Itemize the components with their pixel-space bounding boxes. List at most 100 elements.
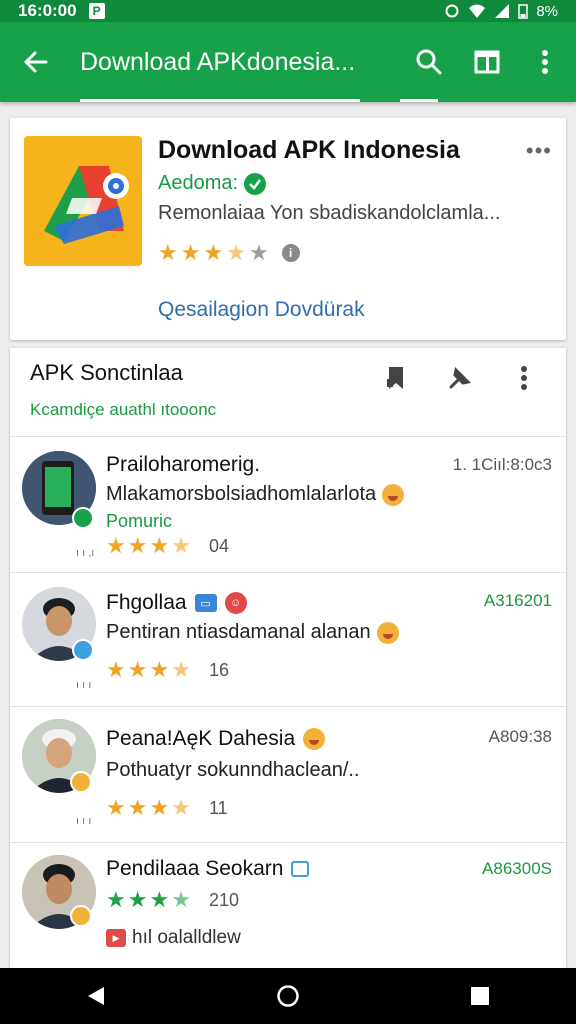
app-card[interactable]: Download APK Indonesia ••• Aedoma: Remon… [10,118,566,340]
card-more-button[interactable]: ••• [526,138,552,164]
arrow-left-icon [24,51,48,73]
section-actions [364,354,556,402]
item-footer-text: hıl oalalldlew [132,927,241,948]
star-icon: ★ [127,795,148,820]
nav-recents-button[interactable] [440,968,520,1024]
nav-back-button[interactable] [56,968,136,1024]
window-button[interactable] [458,22,516,102]
item-title: Peana!AęK Dahesia [106,727,296,750]
item-footer: ▶ hıl oalalldlew [106,927,241,949]
video-badge-icon: ▶ [106,929,126,947]
item-meta: A86300S [482,859,552,878]
star-icon: ★ [106,533,126,558]
item-description: Mlakamorsbolsiadhomlalarlota [106,483,405,506]
item-title-row: Pendilaaa Seokarn [106,857,310,881]
star-icon: ★ [106,887,126,912]
list-item[interactable]: ı ı ı Peana!AęK Dahesia A809:38 Pothuaty… [10,706,566,842]
pin-icon [449,366,472,389]
triangle-back-icon [88,987,104,1005]
navigation-bar [0,968,576,1024]
notification-icon: P [88,3,105,19]
star-icon: ★ [149,887,170,912]
item-tag[interactable]: Pomuric [106,511,172,532]
item-description: Pentiran ntiasdamanal alanan [106,621,399,644]
info-icon[interactable]: i [281,244,300,262]
star-half-icon: ★ [171,533,191,558]
row-tiny-label: ı ı ı [76,815,92,827]
more-vert-icon [521,366,527,390]
bookmark-button[interactable] [364,354,428,402]
item-title-row: Peana!AęK Dahesia [106,727,326,751]
search-button[interactable] [400,22,458,102]
item-description-text: Pothuatyr sokunndhaclean/.. [106,759,360,781]
item-title-row: Fhgollaa ▭ ☺ [106,591,247,615]
chat-badge-icon: ▭ [194,594,217,612]
square-recents-icon [471,987,489,1005]
window-icon [474,50,500,74]
star-icon: ★ [149,795,170,820]
section-subtitle[interactable]: Kcamdiçe auathl ıtooonc [30,400,216,420]
item-description-text: Mlakamorsbolsiadhomlalarlota [106,483,377,505]
emoji-badge-icon: ☺ [224,592,247,614]
emoji-icon [303,728,326,750]
item-rating: ★ ★ ★ ★ 210 [106,889,239,911]
star-icon: ★ [127,887,148,912]
star-icon: ★ [106,657,126,682]
section-more-button[interactable] [492,354,556,402]
star-empty-icon: ★ [248,240,269,265]
developer-name[interactable]: Aedoma: [158,172,267,195]
star-half-icon: ★ [171,887,191,912]
wifi-icon [469,4,486,18]
emoji-icon [382,483,405,506]
list-item[interactable]: ı ı ,ı Prailoharomerig. 1. 1Ciıl:8:0c3 M… [10,436,566,572]
status-badge-icon [72,639,94,661]
item-rating-count: 04 [208,535,229,556]
item-rating: ★ ★ ★ ★ 11 [106,797,228,819]
bookmark-icon [387,367,403,389]
star-half-icon: ★ [226,240,246,265]
item-rating: ★ ★ ★ ★ 16 [106,659,229,681]
more-vert-icon [542,50,548,74]
app-bar: Download APKdonesia... [0,22,576,102]
item-title: Pendilaaa Seokarn [106,857,284,880]
play-badge-icon [72,507,94,529]
title-underline [80,99,360,102]
status-bar: 16:0:00 P 8% [0,0,576,22]
download-link[interactable]: Qesailagion Dovdürak [158,298,365,322]
star-icon: ★ [180,240,201,265]
star-half-icon: ★ [171,657,191,682]
row-tiny-label: ı ı ,ı [76,547,95,559]
star-icon: ★ [127,533,148,558]
back-button[interactable] [0,22,72,102]
search-icon [416,49,442,75]
item-meta: A809:38 [488,727,552,746]
battery-icon [518,4,529,19]
battery-level: 8% [536,2,558,20]
app-bar-title: Download APKdonesia... [80,47,356,76]
star-half-icon: ★ [171,795,191,820]
star-icon: ★ [127,657,148,682]
search-underline [400,99,438,102]
star-icon: ★ [149,657,170,682]
circle-home-icon [277,985,299,1007]
item-rating: ★ ★ ★ ★ 04 [106,535,229,557]
nav-home-button[interactable] [248,968,328,1024]
bag-badge-icon [291,861,310,877]
more-options-button[interactable] [516,22,574,102]
app-name: Download APK Indonesia [158,136,460,164]
developer-label: Aedoma: [158,172,239,194]
item-rating-count: 16 [208,659,229,680]
emoji-badge-icon [70,905,92,927]
list-item[interactable]: Pendilaaa Seokarn A86300S ★ ★ ★ ★ 210 ▶ … [10,842,566,968]
item-title: Prailoharomerig. [106,453,261,476]
status-time: 16:0:00 [18,1,77,20]
pin-button[interactable] [428,354,492,402]
list-item[interactable]: ı ı ı Fhgollaa ▭ ☺ A316201 Pentiran ntia… [10,572,566,706]
item-description: Pothuatyr sokunndhaclean/.. [106,759,360,782]
item-title: Fhgollaa [106,591,187,614]
status-icons: 8% [444,3,558,20]
star-icon: ★ [149,533,170,558]
star-icon: ★ [203,240,224,265]
app-icon[interactable] [24,136,142,266]
item-description-text: Pentiran ntiasdamanal alanan [106,621,371,643]
